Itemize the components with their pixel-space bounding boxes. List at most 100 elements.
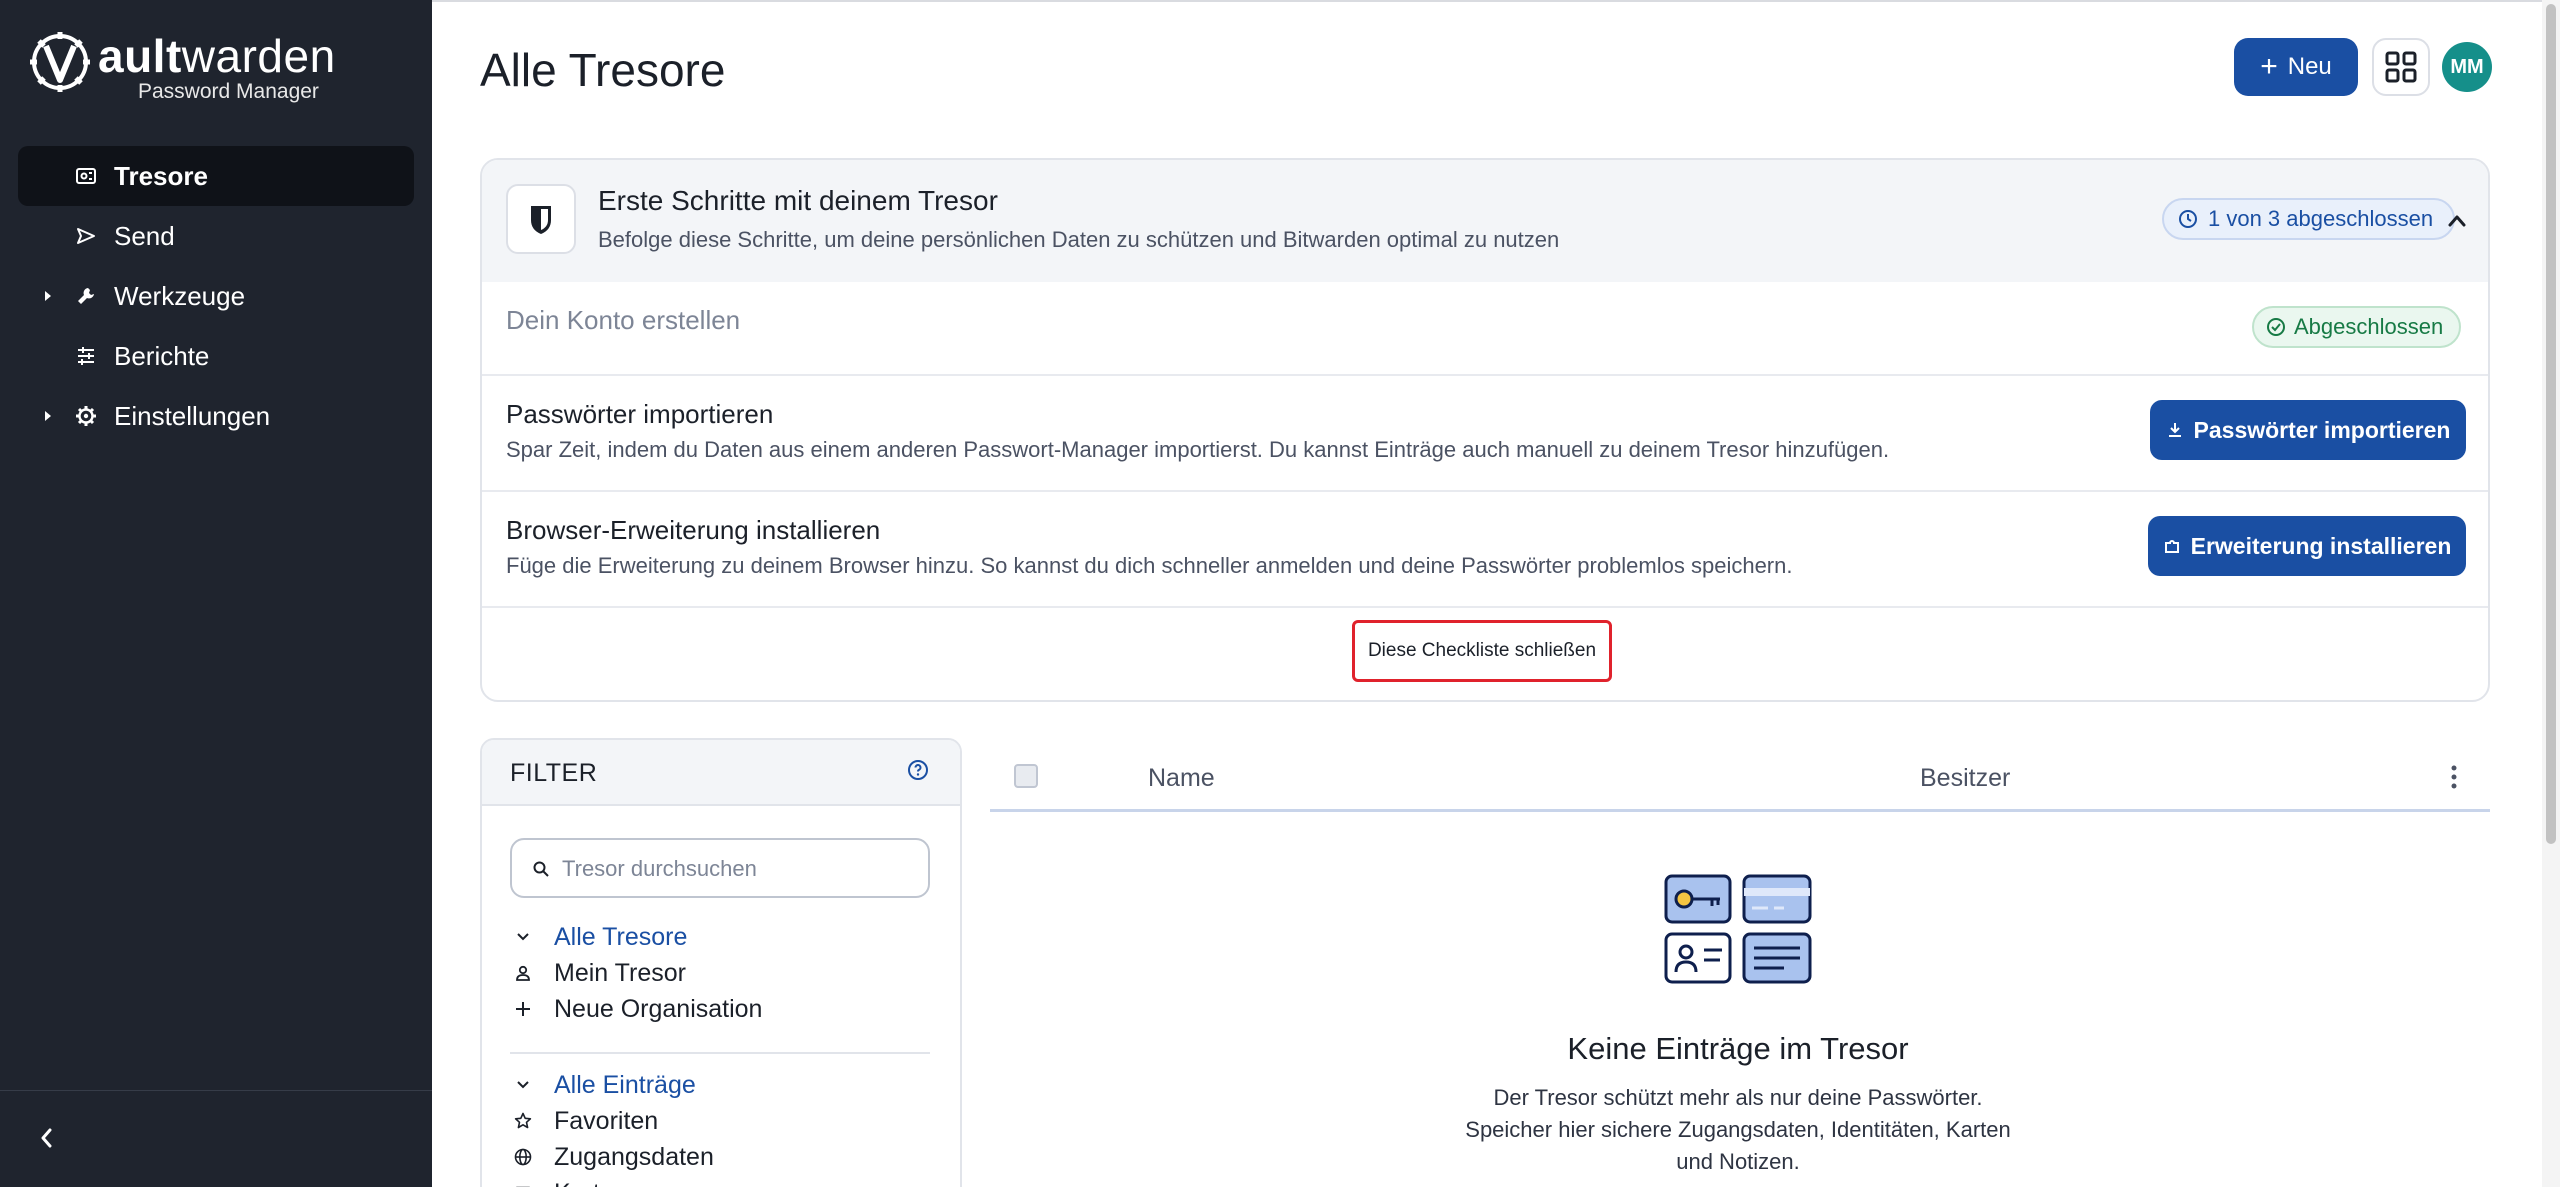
- filter-all-vaults[interactable]: Alle Tresore: [510, 920, 930, 954]
- plus-icon: +: [2260, 50, 2278, 83]
- sidebar-item-berichte[interactable]: Berichte: [18, 326, 414, 386]
- checklist-subtitle: Befolge diese Schritte, um deine persönl…: [598, 227, 1560, 252]
- star-icon: [514, 1112, 532, 1129]
- main-content: Alle Tresore + Neu MM Erste Schritte mit…: [432, 0, 2560, 1187]
- step-title: Dein Konto erstellen: [506, 305, 741, 335]
- caret-right-icon: [45, 291, 51, 301]
- filter-title: FILTER: [510, 759, 598, 787]
- sidebar-item-label: Einstellungen: [114, 401, 271, 431]
- product-switcher-button[interactable]: [2372, 38, 2430, 96]
- plus-icon: [516, 1002, 530, 1016]
- sidebar-item-einstellungen[interactable]: Einstellungen: [18, 386, 414, 446]
- help-icon[interactable]: [906, 758, 930, 782]
- filter-all-items[interactable]: Alle Einträge: [510, 1068, 930, 1102]
- gear-icon: [76, 406, 96, 426]
- filter-divider: [510, 1052, 930, 1054]
- filter-label: Neue Organisation: [554, 995, 763, 1023]
- filter-label: Mein Tresor: [554, 959, 686, 987]
- more-options-icon[interactable]: [2442, 760, 2466, 794]
- download-icon: [2168, 423, 2181, 437]
- sidebar-item-label: Berichte: [114, 341, 210, 371]
- chevron-down-icon[interactable]: [514, 928, 532, 946]
- step-title: Browser-Erweiterung installieren: [506, 515, 881, 545]
- progress-badge: 1 von 3 abgeschlossen: [2162, 198, 2456, 240]
- filter-new-organization[interactable]: Neue Organisation: [510, 992, 930, 1026]
- shield-icon-box: [506, 184, 576, 254]
- checklist-header[interactable]: Erste Schritte mit deinem Tresor Befolge…: [482, 160, 2488, 282]
- shield-icon: [531, 206, 551, 234]
- step-description: Spar Zeit, indem du Daten aus einem ande…: [506, 437, 1890, 462]
- sliders-icon: [78, 347, 94, 365]
- gear-v-logo-icon: [30, 32, 90, 92]
- filter-favorites[interactable]: Favoriten: [510, 1104, 930, 1138]
- chevron-up-icon[interactable]: [2446, 210, 2468, 232]
- checklist-step-extension: Browser-Erweiterung installieren Füge di…: [482, 490, 2488, 606]
- filter-panel: FILTER Alle Tresore Mein Tresor Neue: [480, 738, 962, 1187]
- sidebar-item-werkzeuge[interactable]: Werkzeuge: [18, 266, 414, 326]
- puzzle-icon: [2164, 540, 2179, 553]
- vault-table-header: Name Besitzer: [990, 746, 2490, 812]
- sidebar-item-tresore[interactable]: Tresore: [18, 146, 414, 206]
- checklist-title: Erste Schritte mit deinem Tresor: [598, 185, 998, 216]
- logo-wordmark: aultwarden: [98, 30, 336, 82]
- import-passwords-button[interactable]: Passwörter importieren: [2150, 400, 2466, 460]
- page-scrollbar[interactable]: [2542, 0, 2560, 1187]
- empty-state-text: Der Tresor schützt mehr als nur deine Pa…: [1408, 1082, 2068, 1178]
- sidebar-nav: Tresore Send Werkzeuge Berichte Einstell…: [18, 146, 414, 446]
- completed-text: Abgeschlossen: [2294, 314, 2444, 339]
- filter-cards[interactable]: Karten: [510, 1176, 930, 1187]
- empty-state-title: Keine Einträge im Tresor: [1567, 1031, 1909, 1066]
- grid-icon: [2385, 51, 2417, 83]
- vault-search: [510, 838, 930, 898]
- clock-icon: [2179, 210, 2197, 228]
- check-circle-icon: [2267, 318, 2285, 336]
- filter-label: Karten: [554, 1176, 628, 1187]
- sidebar-item-label: Send: [114, 221, 175, 251]
- send-icon: [77, 228, 95, 244]
- completed-badge: Abgeschlossen: [2252, 306, 2462, 348]
- page-title: Alle Tresore: [480, 44, 726, 96]
- progress-text: 1 von 3 abgeschlossen: [2208, 206, 2434, 231]
- checklist-step-account: Dein Konto erstellen Abgeschlossen: [482, 282, 2488, 374]
- globe-icon: [514, 1148, 532, 1166]
- sidebar-item-label: Werkzeuge: [114, 281, 246, 311]
- logo-subtitle: Password Manager: [138, 80, 319, 103]
- search-input[interactable]: [562, 852, 912, 886]
- vault-items-illustration-icon: [1664, 874, 1812, 984]
- vaultwarden-logo[interactable]: aultwarden Password Manager: [28, 28, 388, 103]
- sidebar-divider: [0, 1090, 432, 1091]
- column-name[interactable]: Name: [1148, 762, 1215, 794]
- step-description: Füge die Erweiterung zu deinem Browser h…: [506, 553, 1793, 578]
- filter-logins[interactable]: Zugangsdaten: [510, 1140, 930, 1174]
- filter-label: Zugangsdaten: [554, 1143, 714, 1171]
- chevron-down-icon[interactable]: [514, 1076, 532, 1094]
- column-owner[interactable]: Besitzer: [1920, 762, 2010, 794]
- step-title: Passwörter importieren: [506, 399, 774, 429]
- empty-state-line: Speicher hier sichere Zugangsdaten, Iden…: [1465, 1117, 2011, 1142]
- filter-label: Alle Tresore: [554, 923, 688, 951]
- filter-label: Alle Einträge: [554, 1071, 696, 1099]
- user-icon: [516, 965, 530, 981]
- sidebar-item-label: Tresore: [114, 161, 208, 191]
- extension-button-label: Erweiterung installieren: [2190, 532, 2452, 559]
- sidebar-item-send[interactable]: Send: [18, 206, 414, 266]
- sidebar: aultwarden Password Manager Tresore Send…: [0, 0, 432, 1187]
- caret-right-icon: [45, 411, 51, 421]
- install-extension-button[interactable]: Erweiterung installieren: [2148, 516, 2466, 576]
- dismiss-checklist-button[interactable]: Diese Checkliste schließen: [1352, 620, 1612, 682]
- filter-label: Favoriten: [554, 1107, 659, 1135]
- empty-state-line: und Notizen.: [1676, 1149, 1800, 1174]
- wrench-icon: [78, 288, 94, 304]
- filter-header: FILTER: [482, 740, 960, 806]
- new-button[interactable]: + Neu: [2234, 38, 2358, 96]
- import-button-label: Passwörter importieren: [2193, 416, 2451, 443]
- filter-my-vault[interactable]: Mein Tresor: [510, 956, 930, 990]
- chevron-left-icon[interactable]: [34, 1125, 60, 1151]
- checklist-step-import: Passwörter importieren Spar Zeit, indem …: [482, 374, 2488, 490]
- vault-icon: [76, 168, 96, 184]
- search-icon: [533, 861, 549, 877]
- avatar[interactable]: MM: [2442, 42, 2492, 92]
- select-all-checkbox[interactable]: [1014, 764, 1038, 788]
- scrollbar-thumb[interactable]: [2546, 4, 2556, 844]
- empty-state-line: Der Tresor schützt mehr als nur deine Pa…: [1493, 1085, 1983, 1110]
